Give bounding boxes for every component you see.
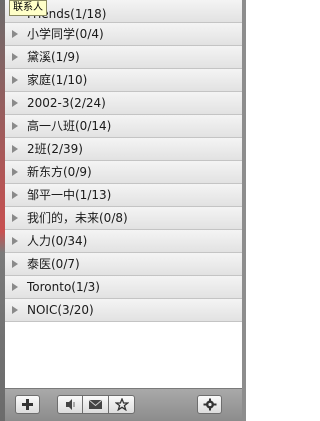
disclosure-triangle-icon[interactable]	[12, 76, 18, 84]
disclosure-triangle-icon[interactable]	[12, 283, 18, 291]
favorite-button[interactable]	[108, 395, 135, 414]
group-row[interactable]: 高一八班(0/14)	[5, 115, 242, 138]
group-row[interactable]: 黛溪(1/9)	[5, 46, 242, 69]
disclosure-triangle-icon[interactable]	[12, 214, 18, 222]
disclosure-triangle-icon[interactable]	[12, 30, 18, 38]
group-row[interactable]: 我们的，未来(0/8)	[5, 207, 242, 230]
group-label: 邹平一中(1/13)	[27, 188, 112, 202]
speaker-icon	[66, 399, 75, 410]
group-row[interactable]: 人力(0/34)	[5, 230, 242, 253]
group-label: 新东方(0/9)	[27, 165, 92, 179]
disclosure-triangle-icon[interactable]	[12, 191, 18, 199]
group-row[interactable]: 家庭(1/10)	[5, 69, 242, 92]
group-label: 泰医(0/7)	[27, 257, 80, 271]
group-row[interactable]: 邹平一中(1/13)	[5, 184, 242, 207]
tooltip: 联系人	[9, 0, 47, 16]
voice-button[interactable]	[57, 395, 83, 414]
settings-button[interactable]	[197, 395, 222, 414]
group-row[interactable]: 小学同学(0/4)	[5, 23, 242, 46]
group-row[interactable]: NOIC(3/20)	[5, 299, 242, 322]
envelope-icon	[88, 399, 103, 409]
group-row[interactable]: 泰医(0/7)	[5, 253, 242, 276]
message-button[interactable]	[82, 395, 109, 414]
add-contact-button[interactable]	[15, 395, 40, 414]
disclosure-triangle-icon[interactable]	[12, 122, 18, 130]
plus-icon	[22, 399, 33, 410]
group-label: Toronto(1/3)	[27, 280, 100, 294]
group-list: Friends(1/18) 小学同学(0/4) 黛溪(1/9) 家庭(1/10)…	[5, 0, 242, 322]
group-label: 2002-3(2/24)	[27, 96, 106, 110]
group-row[interactable]: 2002-3(2/24)	[5, 92, 242, 115]
disclosure-triangle-icon[interactable]	[12, 237, 18, 245]
group-label: 人力(0/34)	[27, 234, 88, 248]
disclosure-triangle-icon[interactable]	[12, 53, 18, 61]
group-label: 小学同学(0/4)	[27, 27, 104, 41]
empty-list-area	[5, 353, 242, 390]
group-label: NOIC(3/20)	[27, 303, 94, 317]
group-row[interactable]: Toronto(1/3)	[5, 276, 242, 299]
group-label: 2班(2/39)	[27, 142, 83, 156]
disclosure-triangle-icon[interactable]	[12, 145, 18, 153]
disclosure-triangle-icon[interactable]	[12, 168, 18, 176]
disclosure-triangle-icon[interactable]	[12, 306, 18, 314]
group-label: 黛溪(1/9)	[27, 50, 80, 64]
group-row[interactable]: 2班(2/39)	[5, 138, 242, 161]
star-icon	[114, 398, 129, 411]
contacts-window: 联系人 Friends(1/18) 小学同学(0/4) 黛溪(1/9) 家庭(1…	[0, 0, 246, 421]
disclosure-triangle-icon[interactable]	[12, 99, 18, 107]
contacts-panel: 联系人 Friends(1/18) 小学同学(0/4) 黛溪(1/9) 家庭(1…	[5, 0, 242, 421]
group-row[interactable]: 新东方(0/9)	[5, 161, 242, 184]
disclosure-triangle-icon[interactable]	[12, 260, 18, 268]
gear-icon	[203, 398, 216, 411]
group-label: 我们的，未来(0/8)	[27, 211, 128, 225]
scrollbar-track[interactable]	[242, 0, 246, 421]
group-label: 高一八班(0/14)	[27, 119, 112, 133]
bottom-toolbar	[5, 388, 242, 421]
group-label: 家庭(1/10)	[27, 73, 88, 87]
